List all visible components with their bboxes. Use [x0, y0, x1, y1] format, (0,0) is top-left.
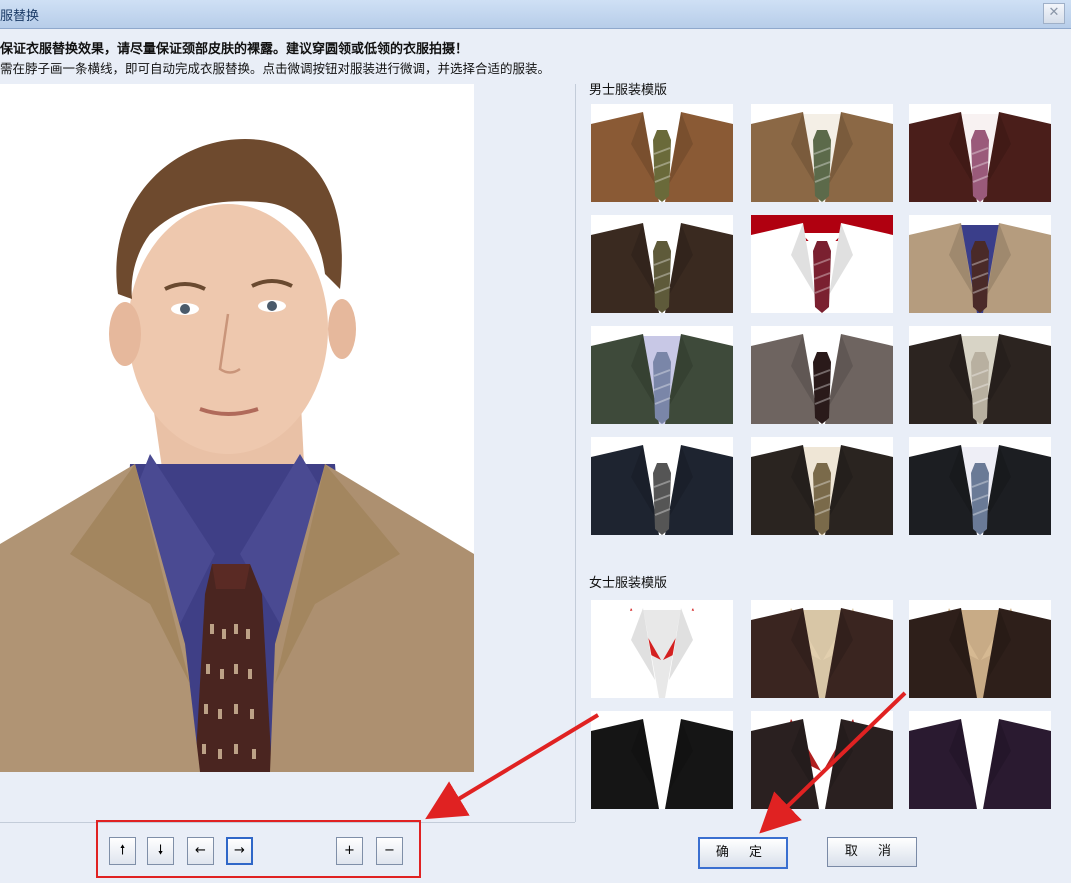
ok-button[interactable]: 确 定 [698, 837, 788, 869]
female-template-5[interactable] [751, 711, 893, 809]
female-section-label: 女士服装模版 [589, 576, 668, 591]
female-template-2[interactable] [751, 600, 893, 698]
female-template-4[interactable] [591, 711, 733, 809]
male-section-label: 男士服装模版 [589, 83, 668, 98]
male-template-6[interactable] [909, 215, 1051, 313]
instruction-secondary: 需在脖子画一条横线，即可自动完成衣服替换。点击微调按钮对服装进行微调，并选择合适… [0, 61, 551, 76]
panel-divider [575, 84, 576, 822]
portrait-image [0, 84, 474, 772]
male-template-3[interactable] [909, 104, 1051, 202]
close-button[interactable]: ✕ [1043, 3, 1065, 24]
zoom-out-button[interactable]: − [376, 837, 403, 865]
male-template-7[interactable] [591, 326, 733, 424]
move-left-button[interactable]: ← [187, 837, 214, 865]
male-template-5[interactable] [751, 215, 893, 313]
male-template-8[interactable] [751, 326, 893, 424]
male-template-4[interactable] [591, 215, 733, 313]
title-bar: 服替换 ✕ [0, 0, 1071, 29]
female-template-1[interactable] [591, 600, 733, 698]
female-template-6[interactable] [909, 711, 1051, 809]
female-template-3[interactable] [909, 600, 1051, 698]
male-template-9[interactable] [909, 326, 1051, 424]
move-down-button[interactable]: 🠗 [147, 837, 174, 865]
window-title: 服替换 [0, 9, 40, 24]
photo-preview[interactable] [0, 84, 474, 772]
male-template-1[interactable] [591, 104, 733, 202]
male-template-12[interactable] [909, 437, 1051, 535]
male-template-10[interactable] [591, 437, 733, 535]
instruction-primary: 保证衣服替换效果，请尽量保证颈部皮肤的裸露。建议穿圆领或低领的衣服拍摄！ [0, 42, 469, 57]
cancel-button[interactable]: 取 消 [827, 837, 917, 867]
zoom-in-button[interactable]: + [336, 837, 363, 865]
move-right-button[interactable]: → [226, 837, 253, 865]
male-template-2[interactable] [751, 104, 893, 202]
adjust-controls-highlight [96, 820, 421, 878]
male-template-11[interactable] [751, 437, 893, 535]
move-up-button[interactable]: 🠕 [109, 837, 136, 865]
